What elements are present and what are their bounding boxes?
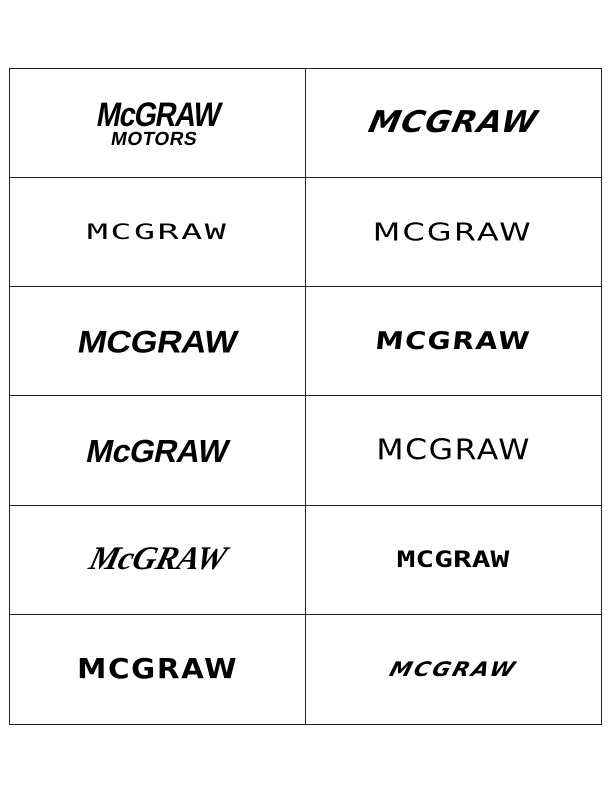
logo-cell: MCGRAW bbox=[305, 178, 601, 288]
logo-mcgraw-motors: McGRAW MOTORS bbox=[81, 95, 234, 150]
logo-wordmark: MCGRAW bbox=[74, 323, 240, 359]
logo-wordmark: MCGRAW bbox=[76, 652, 238, 686]
logo-cell: MCGRAW bbox=[10, 614, 306, 724]
logo-wordmark: MCGRAW bbox=[86, 219, 228, 245]
logo-cell: McGRAW bbox=[10, 396, 306, 506]
logo-cell: McGRAW MOTORS bbox=[10, 69, 306, 179]
logo-wordmark: McGRAW bbox=[94, 95, 224, 134]
logo-sheet: McGRAW MOTORS MCGRAW MCGRAW MCGRAW MCGRA… bbox=[9, 68, 602, 725]
logo-cell: MCGRAW bbox=[305, 396, 601, 506]
logo-wordmark: MCGRAW bbox=[375, 433, 531, 467]
logo-cell: McGRAW bbox=[10, 505, 306, 615]
logo-cell: MCGRAW bbox=[305, 287, 601, 397]
logo-wordmark: MCGRAW bbox=[396, 546, 510, 573]
logo-wordmark: MCGRAW bbox=[374, 327, 533, 356]
logo-cell: MCGRAW bbox=[306, 615, 602, 724]
logo-wordmark: MCGRAW bbox=[373, 217, 534, 247]
logo-cell: MCGRAW bbox=[10, 287, 306, 397]
logo-cell: MCGRAW bbox=[10, 178, 306, 288]
logo-wordmark: MCGRAW bbox=[365, 105, 542, 141]
logo-wordmark: McGRAW bbox=[82, 432, 232, 469]
logo-wordmark: McGRAW bbox=[85, 541, 230, 578]
logo-wordmark: MCGRAW bbox=[386, 657, 520, 682]
logo-cell: MCGRAW bbox=[305, 69, 601, 179]
logo-cell: MCGRAW bbox=[305, 506, 601, 615]
